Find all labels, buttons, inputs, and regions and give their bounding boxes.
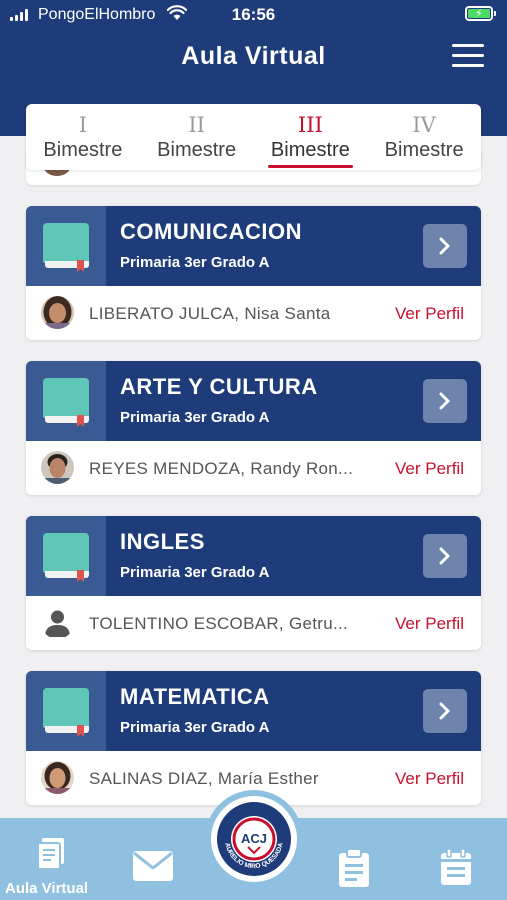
teacher-row: LIBERATO JULCA, Nisa Santa Ver Perfil — [26, 286, 481, 340]
course-header[interactable]: COMUNICACION Primaria 3er Grado A — [26, 206, 481, 286]
course-card: MATEMATICA Primaria 3er Grado A SALINAS … — [26, 671, 481, 805]
page-title: Aula Virtual — [181, 42, 326, 70]
open-course-button[interactable] — [423, 224, 467, 268]
chevron-right-icon — [439, 702, 450, 720]
teacher-avatar — [41, 296, 74, 329]
book-stack-icon — [37, 838, 64, 870]
book-panel — [26, 671, 106, 751]
tab-roman: III — [297, 113, 323, 137]
book-icon — [43, 223, 89, 272]
open-course-button[interactable] — [423, 689, 467, 733]
chevron-right-icon — [439, 392, 450, 410]
course-grade: Primaria 3er Grado A — [120, 564, 270, 581]
tab-roman: I — [78, 113, 88, 137]
book-panel — [26, 206, 106, 286]
tab-bimestre-4[interactable]: IV Bimestre — [367, 104, 481, 170]
tab-roman: II — [188, 113, 205, 137]
book-panel — [26, 516, 106, 596]
book-icon — [43, 533, 89, 582]
nav-messages[interactable] — [120, 838, 186, 888]
course-header[interactable]: ARTE Y CULTURA Primaria 3er Grado A — [26, 361, 481, 441]
course-header[interactable]: MATEMATICA Primaria 3er Grado A — [26, 671, 481, 751]
course-header[interactable]: INGLES Primaria 3er Grado A — [26, 516, 481, 596]
course-grade: Primaria 3er Grado A — [120, 719, 270, 736]
tab-label: Bimestre — [270, 139, 350, 161]
course-name: ARTE Y CULTURA — [120, 374, 318, 399]
teacher-name: REYES MENDOZA, Randy Ron... — [89, 459, 354, 478]
calendar-icon — [441, 848, 471, 885]
tab-label: Bimestre — [43, 139, 123, 161]
view-profile-link[interactable]: Ver Perfil — [395, 459, 464, 479]
school-logo-icon: I.E. ACJ AURELIO MIRO QUESADA — [217, 802, 291, 876]
teacher-name: LIBERATO JULCA, Nisa Santa — [89, 304, 331, 323]
teacher-avatar — [41, 451, 74, 484]
course-card: ARTE Y CULTURA Primaria 3er Grado A REYE… — [26, 361, 481, 495]
course-name: COMUNICACION — [120, 219, 302, 244]
course-card: INGLES Primaria 3er Grado A TOLENTINO ES… — [26, 516, 481, 650]
tab-underline — [267, 165, 354, 168]
course-card: COMUNICACION Primaria 3er Grado A LIBERA… — [26, 206, 481, 340]
nav-calendar[interactable] — [425, 838, 485, 893]
nav-label: Aula Virtual — [5, 880, 89, 897]
book-icon — [43, 378, 89, 427]
hamburger-menu-icon[interactable] — [452, 44, 486, 70]
clock: 16:56 — [231, 5, 276, 24]
teacher-name: SALINAS DIAZ, María Esther — [89, 769, 319, 788]
status-bar: PongoElHombro 16:56 ⚡ — [0, 0, 507, 32]
tab-bimestre-2[interactable]: II Bimestre — [140, 104, 254, 170]
nav-aula-virtual[interactable]: Aula Virtual — [0, 818, 105, 900]
school-logo[interactable]: I.E. ACJ AURELIO MIRO QUESADA — [211, 796, 297, 882]
mail-icon — [133, 851, 173, 881]
book-panel — [26, 361, 106, 441]
nav-tasks[interactable] — [325, 838, 385, 893]
tab-roman: IV — [412, 113, 436, 137]
view-profile-link[interactable]: Ver Perfil — [395, 304, 464, 324]
logo-top-text: I.E. — [249, 803, 258, 809]
course-name: INGLES — [120, 529, 205, 554]
course-grade: Primaria 3er Grado A — [120, 409, 270, 426]
tab-bimestre-1[interactable]: I Bimestre — [26, 104, 140, 170]
chevron-right-icon — [439, 547, 450, 565]
tab-label: Bimestre — [157, 139, 237, 161]
book-icon — [43, 688, 89, 737]
user-placeholder-icon — [41, 606, 74, 639]
view-profile-link[interactable]: Ver Perfil — [395, 769, 464, 789]
teacher-row: REYES MENDOZA, Randy Ron... Ver Perfil — [26, 441, 481, 495]
bimestre-tabs: I Bimestre II Bimestre III Bimestre IV B… — [26, 104, 481, 170]
teacher-row: TOLENTINO ESCOBAR, Getru... Ver Perfil — [26, 596, 481, 650]
course-grade: Primaria 3er Grado A — [120, 254, 270, 271]
open-course-button[interactable] — [423, 534, 467, 578]
teacher-avatar — [41, 761, 74, 794]
logo-letters: ACJ — [241, 831, 267, 846]
tab-label: Bimestre — [384, 139, 464, 161]
clipboard-icon — [339, 848, 369, 887]
open-course-button[interactable] — [423, 379, 467, 423]
tab-bimestre-3[interactable]: III Bimestre — [254, 104, 368, 170]
chevron-right-icon — [439, 237, 450, 255]
battery-icon: ⚡ — [465, 6, 496, 21]
course-name: MATEMATICA — [120, 684, 270, 709]
view-profile-link[interactable]: Ver Perfil — [395, 614, 464, 634]
teacher-name: TOLENTINO ESCOBAR, Getru... — [89, 614, 349, 633]
